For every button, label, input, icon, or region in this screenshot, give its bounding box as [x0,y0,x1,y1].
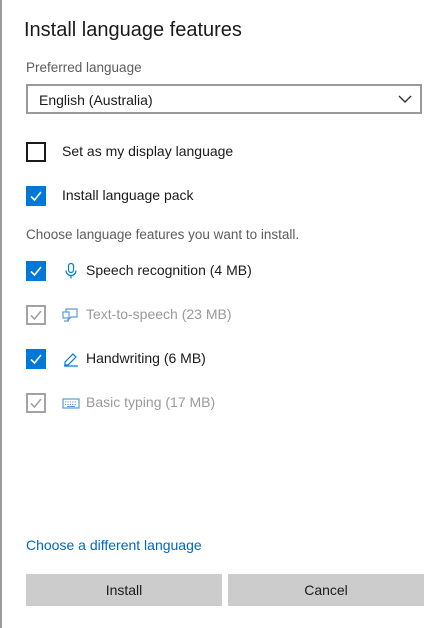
checkmark-icon [30,310,42,321]
install-button[interactable]: Install [26,574,222,606]
feature-handwriting[interactable]: Handwriting (6 MB) [26,349,246,371]
pen-icon [64,353,78,367]
checkmark-icon [30,398,42,409]
feature-basic-typing: Basic typing (17 MB) [26,393,246,415]
dialog-title: Install language features [24,19,242,41]
chevron-down-icon [398,95,412,103]
basic-typing-checkbox [26,393,46,413]
preferred-language-value: English (Australia) [39,92,153,108]
language-pack-checkbox[interactable] [26,186,46,206]
choose-different-language-link[interactable]: Choose a different language [26,537,202,553]
checkmark-icon [30,191,42,202]
features-hint: Choose language features you want to ins… [26,227,300,242]
microphone-icon [65,262,77,279]
preferred-language-label: Preferred language [26,60,142,75]
handwriting-label: Handwriting (6 MB) [86,350,206,366]
speech-recognition-label: Speech recognition (4 MB) [86,262,252,278]
language-pack-option[interactable]: Install language pack [26,186,226,208]
keyboard-icon [62,398,80,409]
cancel-button[interactable]: Cancel [228,574,424,606]
install-language-dialog: Install language features Preferred lang… [2,0,448,628]
feature-text-to-speech: Text-to-speech (23 MB) [26,305,266,327]
display-language-checkbox[interactable] [26,142,46,162]
text-to-speech-checkbox [26,305,46,325]
handwriting-checkbox[interactable] [26,349,46,369]
checkmark-icon [30,354,42,365]
display-language-label: Set as my display language [62,143,234,159]
basic-typing-label: Basic typing (17 MB) [86,394,216,410]
checkmark-icon [30,266,42,277]
speech-bubble-monitor-icon [62,308,78,322]
text-to-speech-label: Text-to-speech (23 MB) [86,306,232,322]
display-language-option[interactable]: Set as my display language [26,142,256,164]
speech-recognition-checkbox[interactable] [26,261,46,281]
feature-speech-recognition[interactable]: Speech recognition (4 MB) [26,261,266,283]
preferred-language-dropdown[interactable]: English (Australia) [26,84,422,114]
language-pack-label: Install language pack [62,187,194,203]
